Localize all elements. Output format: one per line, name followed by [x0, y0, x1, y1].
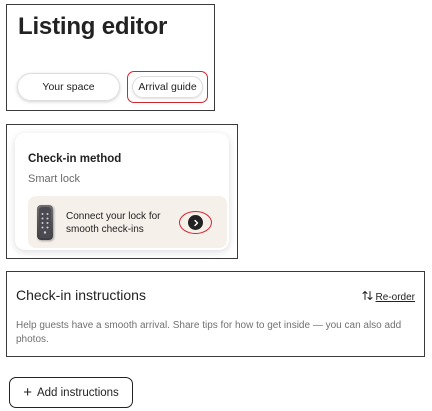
- plus-icon: +: [23, 383, 32, 401]
- checkin-instructions-description: Help guests have a smooth arrival. Share…: [16, 320, 402, 345]
- chevron-right-icon: [188, 215, 203, 230]
- tab-your-space[interactable]: Your space: [17, 73, 120, 101]
- checkin-method-title: Check-in method: [28, 153, 122, 165]
- reorder-arrows-icon: [362, 290, 373, 304]
- connect-lock-arrow-button[interactable]: [179, 211, 212, 234]
- smart-lock-icon: [37, 205, 53, 240]
- add-instructions-label: Add instructions: [36, 386, 119, 399]
- listing-editor-header: Listing editor Your space Arrival guide: [6, 4, 215, 111]
- reorder-link[interactable]: Re-order: [362, 290, 415, 304]
- connect-lock-banner[interactable]: Connect your lock for smooth check-ins: [28, 196, 227, 248]
- checkin-instructions-title: Check-in instructions: [16, 287, 146, 303]
- tab-label: Your space: [42, 81, 95, 93]
- page-title: Listing editor: [18, 13, 168, 40]
- connect-lock-text: Connect your lock for smooth check-ins: [66, 211, 161, 235]
- reorder-label: Re-order: [375, 291, 415, 303]
- tab-arrival-guide[interactable]: Arrival guide: [127, 71, 208, 103]
- checkin-instructions-panel: Check-in instructions Re-order Help gues…: [6, 271, 425, 357]
- checkin-method-card[interactable]: Check-in method Smart lock Connect your …: [15, 133, 229, 250]
- tab-label: Arrival guide: [138, 81, 197, 93]
- checkin-method-value: Smart lock: [28, 173, 80, 185]
- checkin-method-panel: Check-in method Smart lock Connect your …: [6, 124, 238, 259]
- add-instructions-button[interactable]: + Add instructions: [9, 377, 133, 408]
